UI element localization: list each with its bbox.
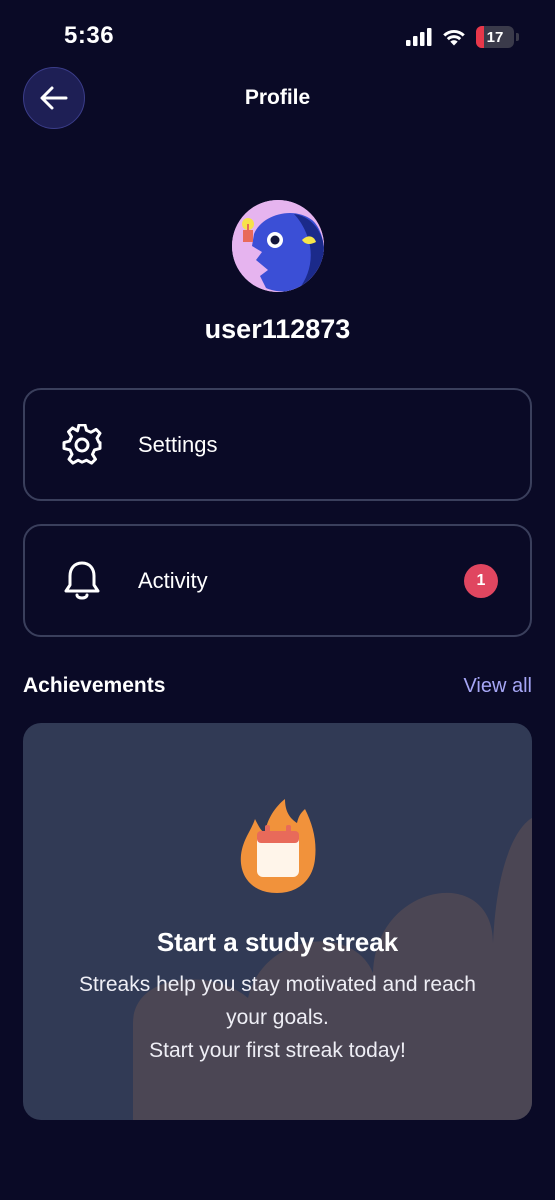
streak-text-line: Start your first streak today!	[149, 1039, 406, 1062]
signal-icon	[406, 28, 432, 46]
username: user112873	[204, 314, 351, 344]
battery-level: 17	[486, 28, 504, 46]
settings-button[interactable]: Settings	[23, 388, 532, 501]
view-all-link[interactable]: View all	[463, 675, 532, 698]
streak-text-line: your goals.	[226, 1006, 329, 1029]
streak-text-line: Streaks help you stay motivated and reac…	[79, 973, 476, 996]
streak-title: Start a study streak	[156, 927, 399, 957]
page-title: Profile	[244, 86, 311, 109]
battery-icon: 17	[476, 26, 514, 48]
settings-label: Settings	[138, 431, 218, 457]
status-icons: 17	[406, 25, 519, 49]
bell-icon	[61, 560, 103, 602]
bird-avatar-icon	[232, 200, 324, 292]
wifi-icon	[443, 29, 465, 46]
notification-badge: 1	[464, 563, 498, 598]
achievements-title: Achievements	[23, 674, 166, 697]
streak-description: Streaks help you stay motivated and reac…	[43, 968, 512, 1067]
gear-icon	[61, 423, 103, 466]
avatar[interactable]	[232, 200, 324, 292]
study-streak-card: Start a study streak Streaks help you st…	[23, 723, 532, 1120]
flame-calendar-icon	[240, 799, 316, 893]
status-time: 5:36	[64, 22, 115, 49]
status-bar: 5:36 17	[0, 0, 555, 70]
activity-button[interactable]: Activity 1	[23, 524, 532, 637]
activity-label: Activity	[138, 567, 208, 593]
